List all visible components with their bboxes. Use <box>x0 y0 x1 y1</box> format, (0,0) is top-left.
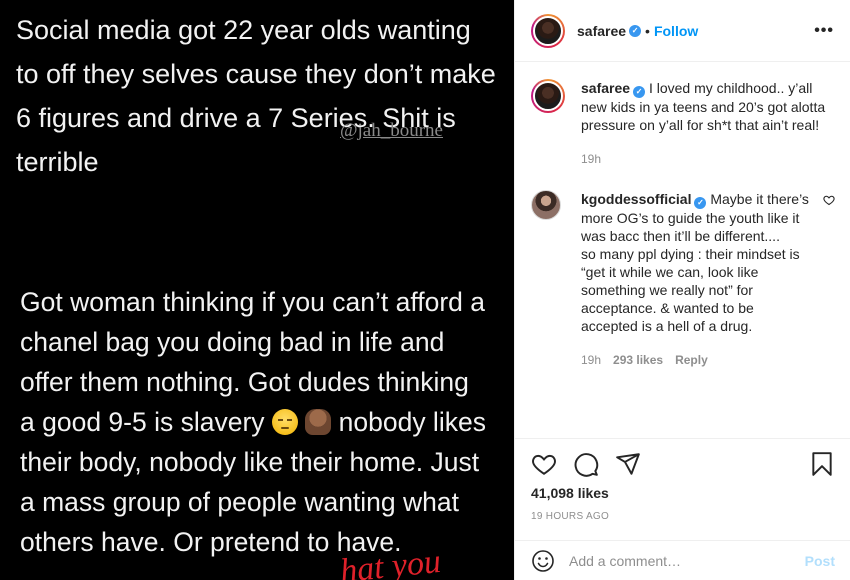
facepalm-emoji-icon <box>305 409 332 435</box>
bookmark-icon[interactable] <box>809 451 835 477</box>
post-comment-button[interactable]: Post <box>805 553 835 569</box>
more-options-icon[interactable]: ••• <box>814 22 834 40</box>
verified-badge-icon: ✓ <box>629 24 642 37</box>
post-image[interactable]: Social media got 22 year olds wanting to… <box>0 0 514 580</box>
caption-author-avatar[interactable] <box>531 79 565 113</box>
caption: safaree ✓ I loved my childhood.. y’all ne… <box>531 79 835 168</box>
post-header: safaree ✓ • Follow ••• <box>515 0 850 62</box>
separator-dot: • <box>645 22 650 39</box>
header-user-info: safaree ✓ • Follow <box>577 23 698 39</box>
smiley-icon[interactable] <box>531 549 555 573</box>
post-likes-count[interactable]: 41,098 likes <box>531 485 835 501</box>
author-username[interactable]: safaree <box>577 23 626 39</box>
commenter-avatar[interactable] <box>531 190 561 220</box>
verified-badge-icon: ✓ <box>633 86 646 98</box>
image-top-text: Social media got 22 year olds wanting to… <box>16 15 496 177</box>
post-actions: 41,098 likes 19 HOURS AGO <box>515 438 850 522</box>
follow-button[interactable]: Follow <box>654 23 698 39</box>
comment-likes[interactable]: 293 likes <box>613 351 663 369</box>
post-timestamp[interactable]: 19 HOURS AGO <box>531 511 835 522</box>
image-bottom-text: Got woman thinking if you can’t afford a… <box>20 282 514 562</box>
post-sidebar: safaree ✓ • Follow ••• safaree ✓ I loved … <box>514 0 850 580</box>
comment-input[interactable] <box>569 552 805 569</box>
caption-username[interactable]: safaree <box>581 80 630 96</box>
author-avatar[interactable] <box>531 13 565 48</box>
share-icon[interactable] <box>615 451 641 477</box>
comment-text: Maybe it there’s more OG’s to guide the … <box>581 191 809 334</box>
comments-section[interactable]: safaree ✓ I loved my childhood.. y’all ne… <box>515 63 850 437</box>
heart-icon[interactable] <box>531 451 557 477</box>
add-comment-bar: Post <box>515 540 850 580</box>
comment-time[interactable]: 19h <box>581 351 601 369</box>
comment-item: kgoddessofficial ✓ Maybe it there’s more … <box>531 190 835 369</box>
image-watermark: @jah_bourne <box>340 120 443 141</box>
comment-icon[interactable] <box>573 451 599 477</box>
reply-button[interactable]: Reply <box>675 351 708 369</box>
verified-badge-icon: ✓ <box>694 197 707 209</box>
caption-time[interactable]: 19h <box>581 150 601 168</box>
commenter-username[interactable]: kgoddessofficial <box>581 191 691 207</box>
comment-heart-icon[interactable] <box>823 194 835 206</box>
pensive-face-emoji-icon <box>271 409 298 435</box>
